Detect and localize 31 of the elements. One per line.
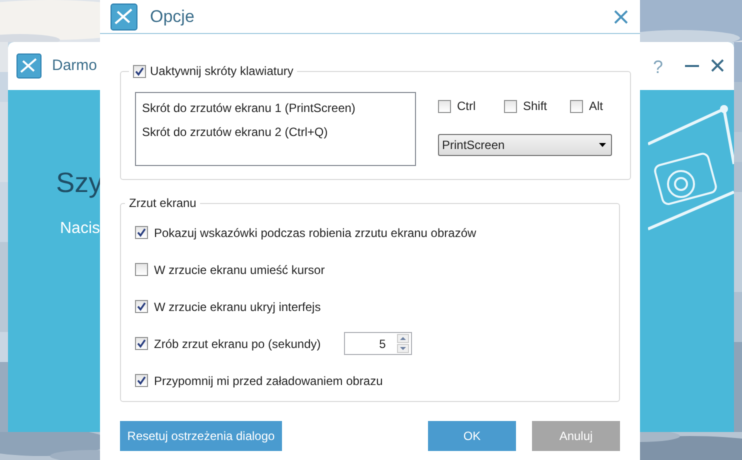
dropdown-value: PrintScreen <box>442 137 505 154</box>
number-spinner[interactable]: 5 <box>344 332 412 355</box>
checkbox[interactable] <box>135 300 148 313</box>
spin-arrows-icon[interactable] <box>396 334 409 353</box>
list-item[interactable]: Skrót do zrzutów ekranu 2 (Ctrl+Q) <box>142 123 328 141</box>
checkbox-label: Zrób zrzut ekranu po (sekundy) <box>154 336 321 352</box>
subtitle: Nacis <box>60 219 100 239</box>
key-dropdown[interactable]: PrintScreen <box>438 134 612 156</box>
checkbox-label: W zrzucie ekranu umieść kursor <box>154 262 325 278</box>
app-logo-icon <box>16 53 42 79</box>
dropdown-arrow-icon <box>599 143 606 147</box>
checkbox-label: Uaktywnij skróty klawiatury <box>150 63 294 80</box>
checkbox-label: Pokazuj wskazówki podczas robienia zrzutu ekranu obrazów <box>154 224 476 242</box>
list-item[interactable]: Skrót do zrzutów ekranu 1 (PrintScreen) <box>142 99 356 117</box>
checkbox-label: Przypomnij mi przed załadowaniem obrazu <box>154 372 383 390</box>
checkbox-label: Shift <box>523 98 548 115</box>
checkbox-label: Ctrl <box>457 98 476 115</box>
checkbox[interactable] <box>570 100 583 112</box>
checkbox-label: W zrzucie ekranu ukryj interfejs <box>154 298 321 316</box>
checkbox[interactable] <box>135 226 148 239</box>
checkbox[interactable] <box>135 337 148 350</box>
checkbox[interactable] <box>504 100 517 112</box>
group-title: Zrzut ekranu <box>128 195 198 212</box>
window-title: Darmo <box>52 56 98 76</box>
checkbox[interactable] <box>135 374 148 387</box>
checkbox[interactable] <box>133 64 146 78</box>
checkbox-label: Alt <box>589 98 604 115</box>
close-icon[interactable] <box>711 59 724 72</box>
checkbox[interactable] <box>438 100 451 112</box>
heading: Szy <box>56 166 103 200</box>
checkbox[interactable] <box>135 263 148 276</box>
